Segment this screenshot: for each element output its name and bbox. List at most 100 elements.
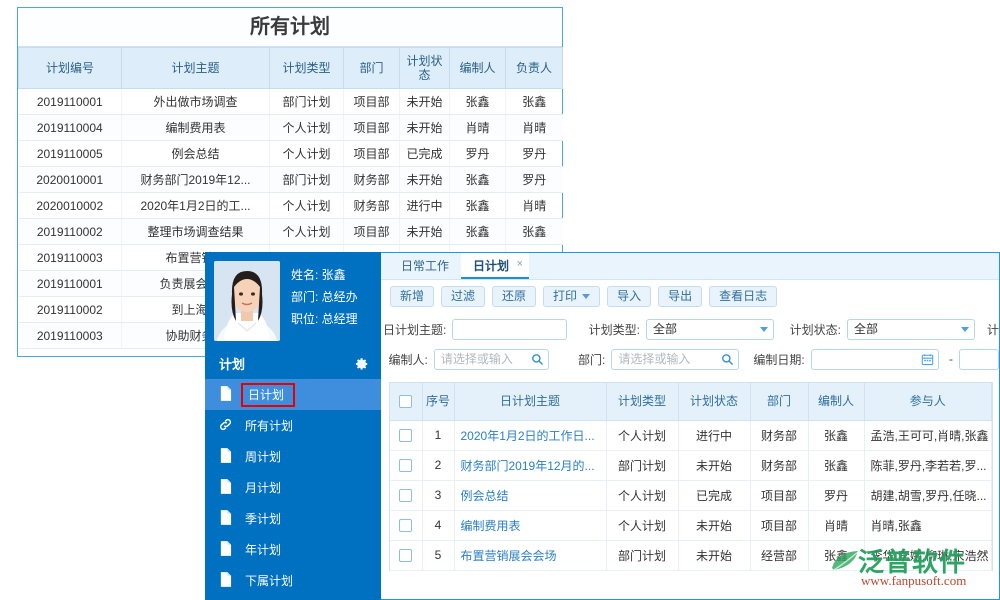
col-plan-subject[interactable]: 计划主题 — [122, 48, 270, 89]
sidebar-item-3[interactable]: 周计划 — [205, 441, 381, 472]
cell-plan-no: 2019110001 — [19, 271, 122, 297]
create-date-from-input[interactable] — [811, 349, 939, 370]
cell-plan-type: 个人计划 — [270, 141, 344, 167]
sidebar-item-1[interactable]: 日计划 — [205, 379, 381, 410]
grid-header-row: 序号 日计划主题 计划类型 计划状态 部门 编制人 参与人 — [390, 383, 992, 420]
col-author[interactable]: 编制人 — [450, 48, 506, 89]
col-plan-type[interactable]: 计划类型 — [606, 383, 678, 420]
search-icon[interactable] — [531, 353, 544, 366]
cell-dept: 经营部 — [750, 540, 808, 570]
cell-author: 肖晴 — [450, 115, 506, 141]
daily-plan-subject-input[interactable] — [452, 319, 567, 340]
cell-plan-subject: 整理市场调查结果 — [122, 219, 270, 245]
table-row[interactable]: 2财务部门2019年12月的...部门计划未开始财务部张鑫陈菲,罗丹,李若若,罗… — [390, 450, 992, 480]
sidebar-item-6[interactable]: 年计划 — [205, 534, 381, 565]
cell-author: 肖晴 — [808, 510, 864, 540]
filter-row-1: 日计划主题: 计划类型: 全部 计划状态: 全部 — [381, 316, 999, 342]
sidebar-item-5[interactable]: 季计划 — [205, 503, 381, 534]
col-participants[interactable]: 参与人 — [864, 383, 992, 420]
col-author[interactable]: 编制人 — [808, 383, 864, 420]
sidebar-item-4[interactable]: 月计划 — [205, 472, 381, 503]
cell-plan-no: 2019110001 — [19, 89, 122, 115]
toolbar-button-6[interactable]: 导出 — [658, 286, 702, 307]
select-all-checkbox[interactable] — [399, 395, 412, 408]
row-checkbox[interactable] — [399, 519, 412, 532]
row-checkbox[interactable] — [399, 459, 412, 472]
calendar-icon[interactable] — [921, 353, 934, 366]
col-dept[interactable]: 部门 — [344, 48, 400, 89]
cell-index: 1 — [422, 420, 454, 450]
row-checkbox-cell[interactable] — [390, 480, 422, 510]
col-owner[interactable]: 负责人 — [506, 48, 563, 89]
user-profile-card: 姓名: 张鑫 部门: 总经办 职位: 总经理 — [205, 252, 381, 348]
cell-subject[interactable]: 例会总结 — [454, 480, 606, 510]
table-row[interactable]: 2019110005例会总结个人计划项目部已完成罗丹罗丹 — [19, 141, 563, 167]
cell-subject[interactable]: 编制费用表 — [454, 510, 606, 540]
cell-type: 部门计划 — [606, 540, 678, 570]
filter-label-author: 编制人: — [381, 351, 428, 368]
cell-author: 张鑫 — [450, 89, 506, 115]
document-icon — [219, 510, 241, 528]
search-icon[interactable] — [721, 353, 734, 366]
toolbar-button-7[interactable]: 查看日志 — [709, 286, 777, 307]
row-checkbox-cell[interactable] — [390, 420, 422, 450]
tab-bar[interactable]: 日常工作日计划× — [381, 253, 999, 280]
col-plan-no[interactable]: 计划编号 — [19, 48, 122, 89]
cell-type: 个人计划 — [606, 510, 678, 540]
toolbar-button-5[interactable]: 导入 — [607, 286, 651, 307]
col-plan-type[interactable]: 计划类型 — [270, 48, 344, 89]
daily-plan-grid: 序号 日计划主题 计划类型 计划状态 部门 编制人 参与人 12020年1月2日… — [389, 382, 993, 571]
table-row[interactable]: 12020年1月2日的工作日...个人计划进行中财务部张鑫孟浩,王可可,肖晴,张… — [390, 420, 992, 450]
table-row[interactable]: 20200100022020年1月2日的工...个人计划财务部进行中张鑫肖晴 — [19, 193, 563, 219]
filter-label-date: 编制日期: — [753, 351, 804, 368]
gear-icon[interactable] — [355, 357, 369, 371]
dept-search-input[interactable]: 请选择或输入 — [611, 349, 739, 370]
col-plan-status[interactable]: 计划状态 — [678, 383, 750, 420]
profile-name: 姓名: 张鑫 — [291, 264, 358, 286]
plan-status-select[interactable]: 全部 — [847, 319, 975, 340]
cell-subject[interactable]: 2020年1月2日的工作日... — [454, 420, 606, 450]
select-all-header[interactable] — [390, 383, 422, 420]
cell-author: 罗丹 — [808, 480, 864, 510]
filter-label-subject: 日计划主题: — [381, 321, 446, 338]
cell-subject[interactable]: 财务部门2019年12月的... — [454, 450, 606, 480]
cell-dept: 项目部 — [344, 141, 400, 167]
row-checkbox-cell[interactable] — [390, 510, 422, 540]
row-checkbox[interactable] — [399, 489, 412, 502]
close-icon[interactable]: × — [517, 252, 523, 277]
table-row[interactable]: 2019110001外出做市场调查部门计划项目部未开始张鑫张鑫 — [19, 89, 563, 115]
table-row[interactable]: 2020010001财务部门2019年12...部门计划财务部未开始张鑫罗丹 — [19, 167, 563, 193]
toolbar[interactable]: 新增过滤还原打印导入导出查看日志 — [381, 280, 999, 310]
row-checkbox-cell[interactable] — [390, 540, 422, 570]
row-checkbox[interactable] — [399, 549, 412, 562]
toolbar-button-3[interactable]: 还原 — [492, 286, 536, 307]
plan-type-select[interactable]: 全部 — [646, 319, 774, 340]
table-row[interactable]: 3例会总结个人计划已完成项目部罗丹胡建,胡雪,罗丹,任晓... — [390, 480, 992, 510]
sidebar-item-2[interactable]: 所有计划 — [205, 410, 381, 441]
col-dept[interactable]: 部门 — [750, 383, 808, 420]
cell-plan-type: 部门计划 — [270, 167, 344, 193]
sidebar-item-7[interactable]: 下属计划 — [205, 565, 381, 596]
tab-1[interactable]: 日常工作 — [389, 253, 461, 279]
table-row[interactable]: 5布置营销展会会场部门计划未开始经营部张鑫李华,李娜,柳琳,宋浩然 — [390, 540, 992, 570]
table-row[interactable]: 2019110002整理市场调查结果个人计划项目部未开始张鑫张鑫 — [19, 219, 563, 245]
content-panel: 日常工作日计划× 新增过滤还原打印导入导出查看日志 日计划主题: 计划类型: 全… — [381, 252, 1000, 600]
toolbar-button-2[interactable]: 过滤 — [441, 286, 485, 307]
cell-author: 张鑫 — [808, 450, 864, 480]
toolbar-button-4[interactable]: 打印 — [543, 286, 600, 307]
row-checkbox[interactable] — [399, 429, 412, 442]
col-daily-subject[interactable]: 日计划主题 — [454, 383, 606, 420]
plan-status-value: 全部 — [854, 320, 878, 339]
toolbar-button-1[interactable]: 新增 — [390, 286, 434, 307]
col-plan-status[interactable]: 计划状态 — [400, 48, 450, 89]
table-row[interactable]: 4编制费用表个人计划未开始项目部肖晴肖晴,张鑫 — [390, 510, 992, 540]
row-checkbox-cell[interactable] — [390, 450, 422, 480]
cell-subject[interactable]: 布置营销展会会场 — [454, 540, 606, 570]
tab-2[interactable]: 日计划× — [461, 253, 529, 279]
create-date-to-input[interactable] — [959, 349, 999, 370]
col-index[interactable]: 序号 — [422, 383, 454, 420]
chevron-down-icon — [961, 327, 969, 332]
cell-owner: 肖晴 — [506, 115, 563, 141]
sidebar-menu[interactable]: 日计划所有计划周计划月计划季计划年计划下属计划 — [205, 379, 381, 596]
table-row[interactable]: 2019110004编制费用表个人计划项目部未开始肖晴肖晴 — [19, 115, 563, 141]
